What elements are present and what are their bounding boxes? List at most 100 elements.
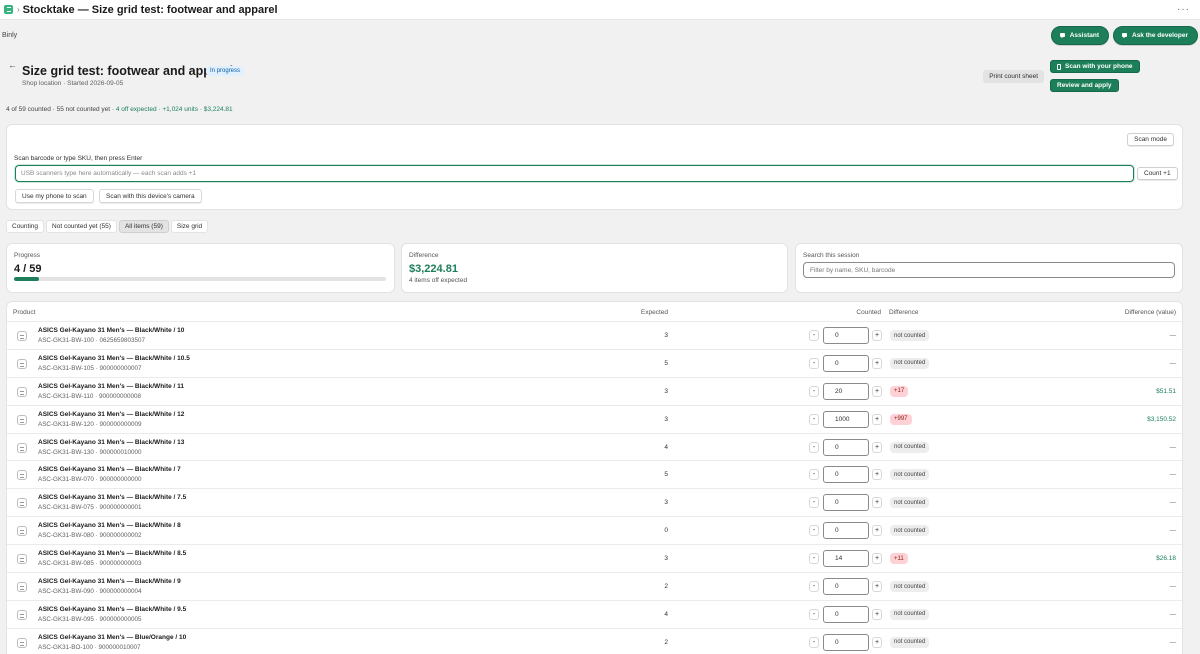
product-sku: ASC-GK31-BW-100 · 0625659803507	[38, 337, 145, 344]
product-sku: ASC-GK31-BO-100 · 900000010007	[38, 643, 141, 651]
increment-button[interactable]: +	[872, 497, 882, 509]
difference-badge: +997	[890, 413, 912, 425]
decrement-button[interactable]: -	[809, 636, 819, 648]
chevron-right-icon: ›	[17, 5, 20, 14]
count-plus-one-button[interactable]: Count +1	[1137, 167, 1178, 180]
assistant-button[interactable]: Assistant	[1050, 25, 1109, 45]
header-difference-value: Difference (value)	[1124, 309, 1176, 316]
tab-size-grid[interactable]: Size grid	[170, 220, 209, 233]
product-name: ASICS Gel-Kayano 31 Men's — Black/White …	[38, 550, 187, 558]
use-phone-button[interactable]: Use my phone to scan	[15, 189, 94, 203]
scan-card: Scan mode Scan barcode or type SKU, then…	[6, 124, 1183, 210]
expected-qty: 3	[664, 387, 668, 395]
increment-button[interactable]: +	[872, 553, 882, 565]
increment-button[interactable]: +	[872, 636, 882, 648]
product-sku: ASC-GK31-BW-075 · 900000000001	[38, 504, 142, 512]
expected-qty: 5	[664, 471, 668, 479]
tab-not-counted[interactable]: Not counted yet (55)	[46, 220, 117, 233]
progress-card: Progress 4 / 59	[6, 243, 395, 293]
difference-sub: 4 items off expected	[409, 277, 468, 284]
difference-value: —	[1169, 499, 1177, 507]
decrement-button[interactable]: -	[809, 330, 819, 341]
page-title: Size grid test: footwear and apparel	[22, 64, 234, 78]
counted-input[interactable]	[823, 327, 869, 344]
increment-button[interactable]: +	[872, 469, 882, 481]
increment-button[interactable]: +	[872, 330, 882, 341]
increment-button[interactable]: +	[872, 413, 882, 425]
decrement-button[interactable]: -	[809, 385, 819, 397]
counted-input[interactable]	[823, 578, 869, 596]
counted-input[interactable]	[823, 410, 869, 428]
product-sku: ASC-GK31-BW-085 · 900000000003	[38, 560, 142, 568]
scan-input[interactable]	[15, 165, 1134, 182]
tab-all-items[interactable]: All items (59)	[118, 220, 169, 233]
expected-qty: 0	[664, 527, 668, 535]
page-meta: Shop location · Started 2026-09-05	[22, 80, 124, 87]
scan-with-phone-button[interactable]: Scan with your phone	[1050, 60, 1140, 73]
counted-input[interactable]	[823, 522, 869, 540]
difference-value: $26.18	[1156, 555, 1176, 563]
product-sku: ASC-GK31-BW-120 · 900000000009	[38, 420, 142, 428]
items-table: Product Expected Counted Difference Diff…	[6, 301, 1183, 654]
review-and-apply-button[interactable]: Review and apply	[1050, 79, 1119, 92]
product-image-icon	[17, 554, 27, 565]
increment-button[interactable]: +	[872, 441, 882, 453]
header-expected: Expected	[640, 309, 668, 316]
product-image-icon	[17, 358, 27, 369]
difference-badge: not counted	[890, 581, 930, 593]
decrement-button[interactable]: -	[809, 413, 819, 425]
product-sku: ASC-GK31-BW-130 · 900000010000	[38, 448, 142, 456]
tab-counting[interactable]: Counting	[6, 220, 45, 233]
counted-input[interactable]	[823, 382, 869, 400]
ask-developer-button[interactable]: Ask the developer	[1113, 25, 1198, 45]
decrement-button[interactable]: -	[809, 608, 819, 620]
back-arrow-icon[interactable]: ←	[8, 60, 17, 70]
difference-value: $51.51	[1156, 387, 1176, 395]
stocktake-summary: 4 of 59 counted · 55 not counted yet · 4…	[6, 106, 233, 113]
increment-button[interactable]: +	[872, 385, 882, 397]
decrement-button[interactable]: -	[809, 525, 819, 537]
print-count-sheet-button[interactable]: Print count sheet	[983, 70, 1044, 83]
scan-mode-button[interactable]: Scan mode	[1127, 133, 1174, 146]
product-image-icon	[17, 582, 27, 593]
difference-card: Difference $3,224.81 4 items off expecte…	[401, 243, 788, 293]
table-header: Product Expected Counted Difference Diff…	[7, 302, 1182, 322]
search-label: Search this session	[803, 252, 860, 259]
decrement-button[interactable]: -	[809, 553, 819, 565]
increment-button[interactable]: +	[872, 581, 882, 593]
increment-button[interactable]: +	[872, 525, 882, 537]
counted-input[interactable]	[823, 466, 869, 484]
product-image-icon	[17, 637, 27, 648]
expected-qty: 5	[664, 359, 668, 367]
expected-qty: 4	[664, 610, 668, 618]
header-counted: Counted	[856, 309, 881, 316]
difference-label: Difference	[409, 252, 439, 259]
increment-button[interactable]: +	[872, 608, 882, 620]
counted-input[interactable]	[823, 438, 869, 456]
decrement-button[interactable]: -	[809, 441, 819, 453]
difference-badge: not counted	[890, 525, 930, 537]
counted-input[interactable]	[823, 494, 869, 512]
difference-value: —	[1169, 527, 1177, 535]
decrement-button[interactable]: -	[809, 357, 819, 369]
counted-input[interactable]	[823, 633, 869, 651]
decrement-button[interactable]: -	[809, 497, 819, 509]
more-icon[interactable]: ···	[1177, 4, 1196, 15]
decrement-button[interactable]: -	[809, 469, 819, 481]
product-image-icon	[17, 414, 27, 425]
table-row: ASICS Gel-Kayano 31 Men's — Black/White …	[7, 573, 1182, 601]
decrement-button[interactable]: -	[809, 581, 819, 593]
device-camera-button[interactable]: Scan with this device's camera	[99, 189, 202, 203]
product-name: ASICS Gel-Kayano 31 Men's — Black/White …	[38, 522, 181, 530]
table-row: ASICS Gel-Kayano 31 Men's — Black/White …	[7, 378, 1182, 406]
increment-button[interactable]: +	[872, 357, 882, 369]
expected-qty: 3	[664, 415, 668, 423]
difference-badge: not counted	[890, 636, 930, 648]
search-input[interactable]	[803, 262, 1175, 278]
product-name: ASICS Gel-Kayano 31 Men's — Black/White …	[38, 605, 187, 613]
counted-input[interactable]	[823, 550, 869, 568]
difference-value: $3,150.52	[1147, 415, 1176, 423]
counted-input[interactable]	[823, 354, 869, 372]
difference-value: —	[1169, 443, 1177, 451]
counted-input[interactable]	[823, 605, 869, 623]
